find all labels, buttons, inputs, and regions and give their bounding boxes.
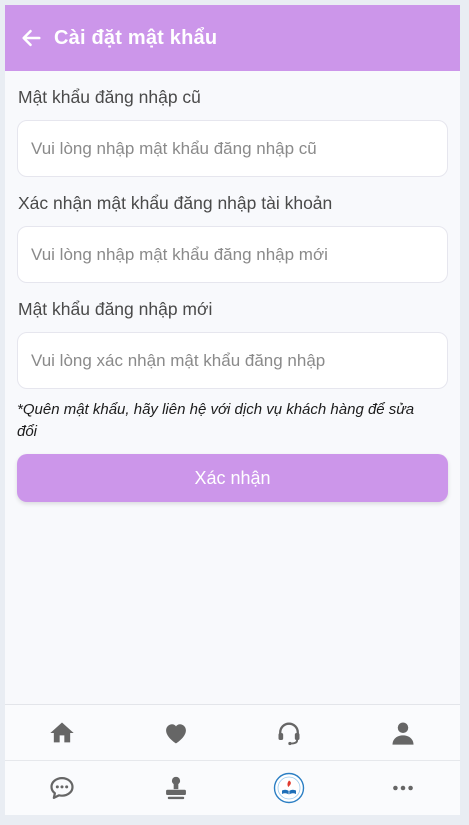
chat-icon <box>50 776 74 800</box>
forgot-password-note: *Quên mật khẩu, hãy liên hệ với dịch vụ … <box>17 401 415 440</box>
bottom-navigation <box>5 704 460 815</box>
password-form: Mật khẩu đăng nhập cũ Xác nhận mật khẩu … <box>5 86 460 502</box>
nav-item-support[interactable] <box>233 705 347 760</box>
new-password-input[interactable] <box>17 332 448 389</box>
nav-row-secondary <box>5 760 460 815</box>
nav-row-primary <box>5 705 460 760</box>
home-icon <box>50 722 74 742</box>
confirm-password-label: Xác nhận mật khẩu đăng nhập tài khoản <box>18 193 333 213</box>
logo-icon <box>274 772 305 804</box>
page-title: Cài đặt mật khẩu <box>54 26 218 49</box>
nav-item-home[interactable] <box>5 705 119 760</box>
nav-item-chat[interactable] <box>5 761 119 815</box>
more-icon <box>393 785 413 791</box>
nav-item-stamp[interactable] <box>119 761 233 815</box>
old-password-input[interactable] <box>17 120 448 177</box>
headset-icon <box>278 722 300 745</box>
nav-item-favorites[interactable] <box>119 705 233 760</box>
new-password-label: Mật khẩu đăng nhập mới <box>18 299 213 319</box>
stamp-icon <box>165 776 186 800</box>
confirm-password-input[interactable] <box>17 226 448 283</box>
nav-item-logo[interactable] <box>233 761 347 815</box>
heart-icon <box>165 723 186 743</box>
user-icon <box>392 722 414 745</box>
app-screen: Cài đặt mật khẩu Mật khẩu đăng nhập cũ X… <box>5 5 460 815</box>
back-button[interactable] <box>20 25 46 51</box>
nav-item-profile[interactable] <box>346 705 460 760</box>
nav-item-more[interactable] <box>346 761 460 815</box>
old-password-label: Mật khẩu đăng nhập cũ <box>18 87 201 107</box>
confirm-button[interactable]: Xác nhận <box>17 454 448 502</box>
arrow-left-icon <box>22 29 41 47</box>
header-bar: Cài đặt mật khẩu <box>5 5 460 71</box>
